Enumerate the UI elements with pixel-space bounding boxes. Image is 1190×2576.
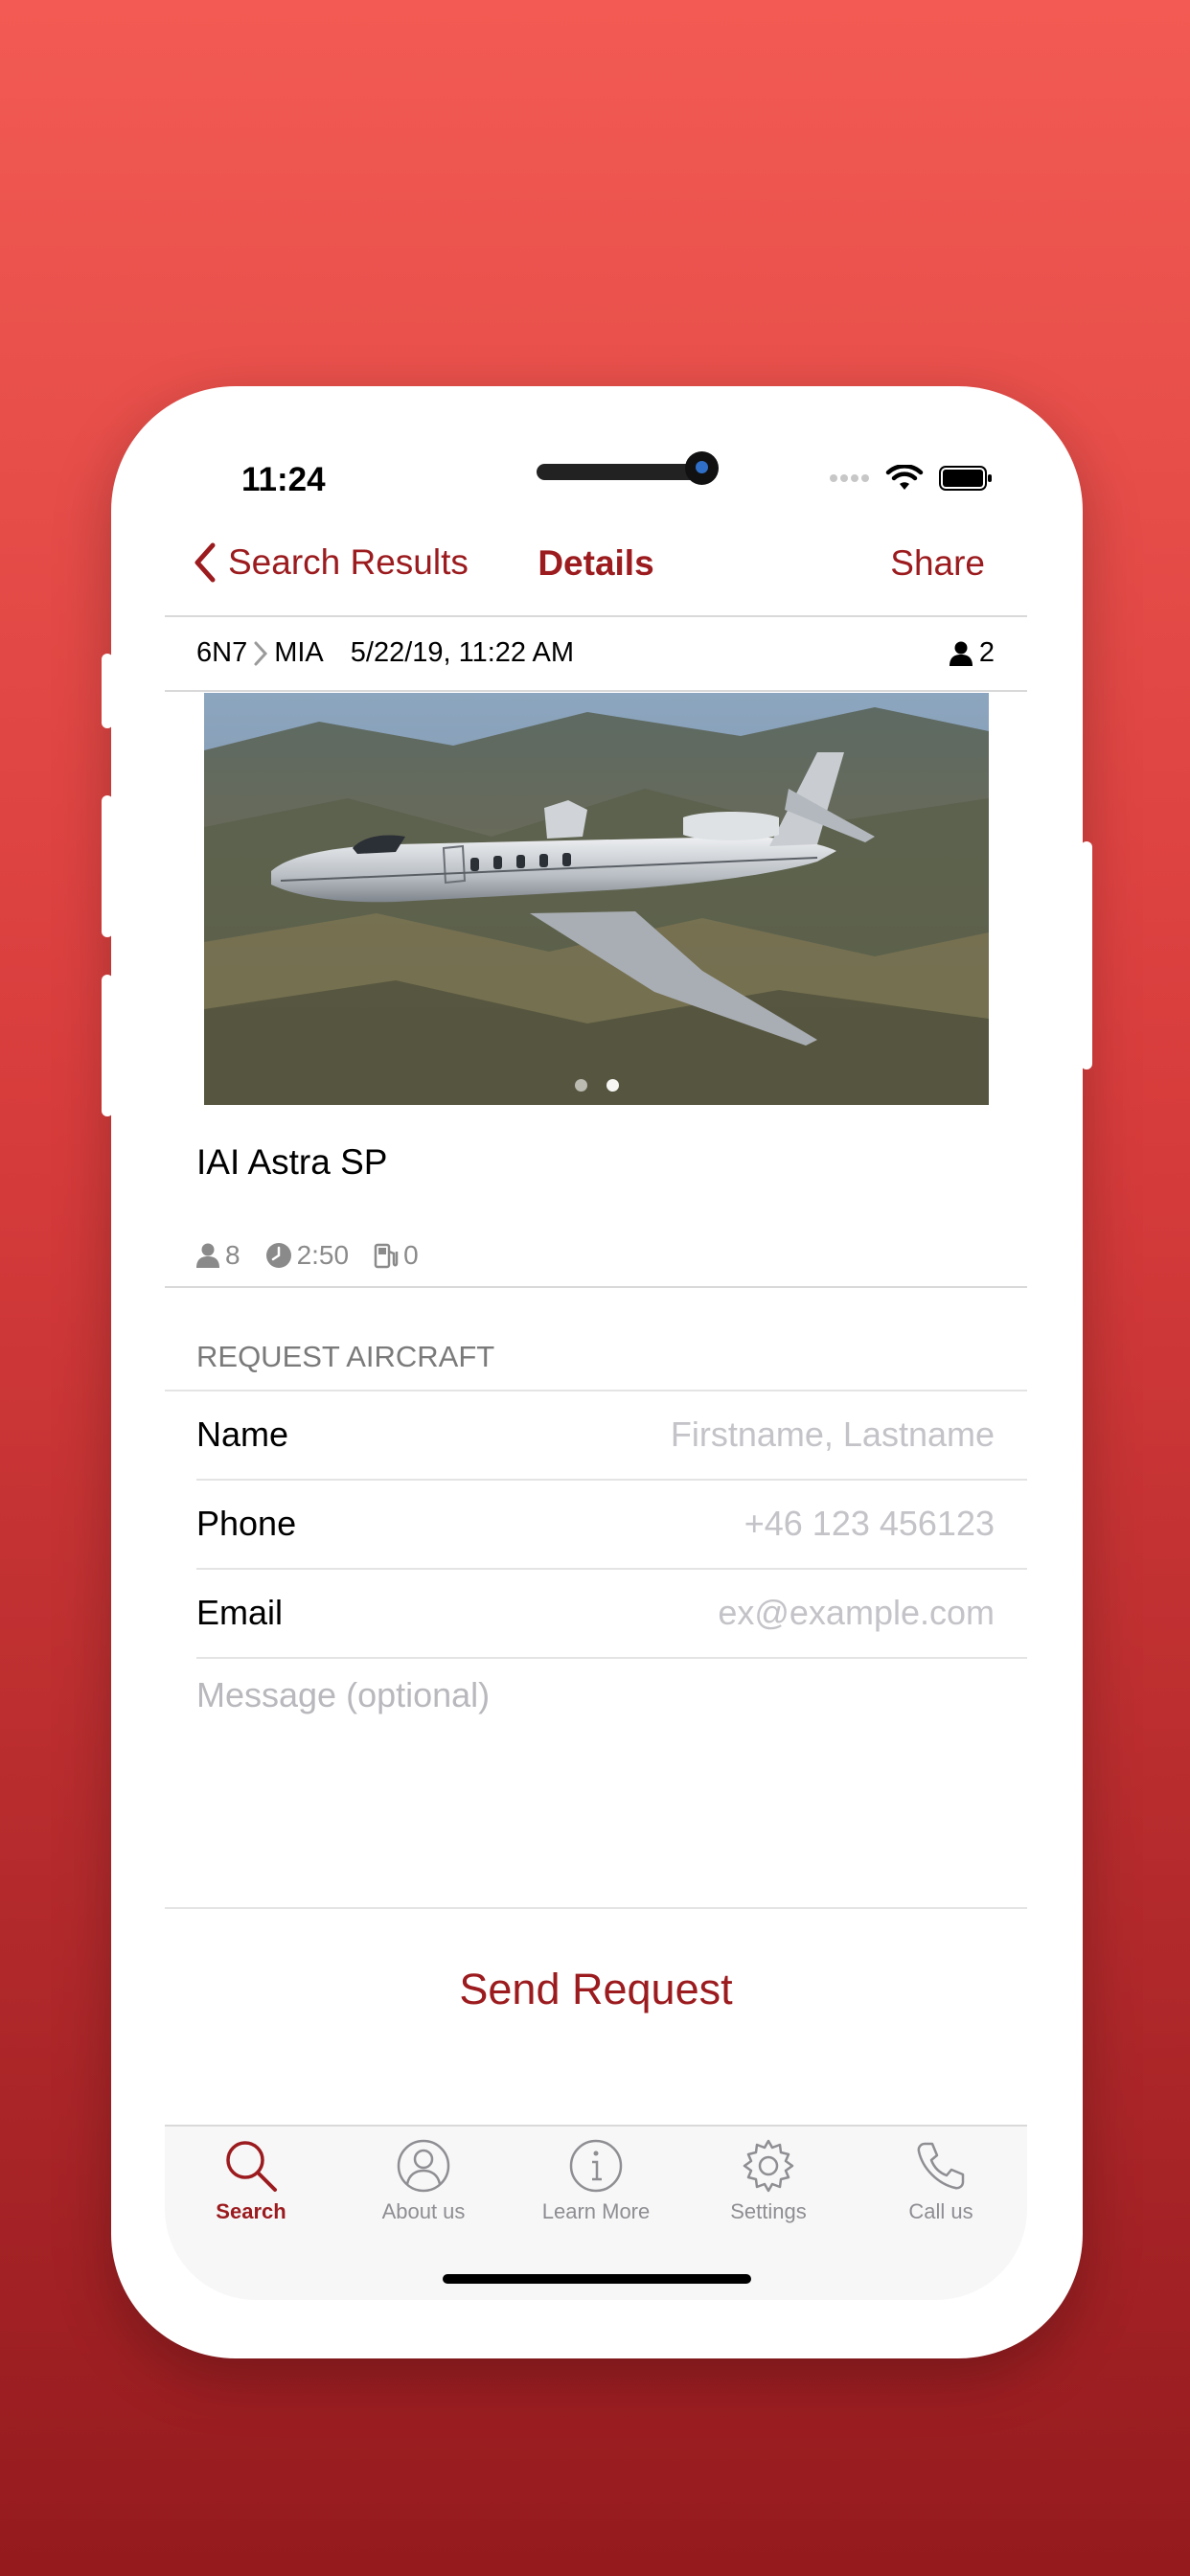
tab-call-us[interactable]: Call us [855,2136,1027,2224]
volume-down-button [102,975,113,1116]
phone-icon [917,2142,965,2190]
fuel-stops-value: 0 [403,1240,419,1270]
divider [165,1907,1027,1909]
tab-label: Search [216,2199,286,2223]
aircraft-specs: 8 2:50 0 [195,1240,444,1271]
tab-label: Settings [730,2199,807,2223]
email-field[interactable] [496,1593,995,1633]
fuel-stops-spec: 0 [374,1240,419,1271]
seats-spec: 8 [195,1240,240,1271]
person-circle-icon [397,2139,450,2193]
home-indicator [443,2274,751,2284]
trip-datetime: 5/22/19, 11:22 AM [350,637,575,668]
tab-label: Learn More [541,2199,651,2223]
power-button [1081,841,1092,1070]
speaker-grille [537,464,701,480]
name-field[interactable] [496,1414,995,1455]
carousel-dot[interactable] [574,1079,587,1092]
wifi-icon [885,465,924,490]
fuel-icon [374,1243,399,1269]
divider [165,1286,1027,1288]
seats-value: 8 [225,1240,240,1270]
tab-search[interactable]: Search [165,2136,337,2224]
carousel-page-indicator[interactable] [204,1079,989,1092]
divider [196,1479,1027,1481]
name-label: Name [196,1414,289,1454]
search-icon [226,2141,277,2192]
chevron-right-icon [254,641,268,665]
email-label: Email [196,1593,284,1632]
duration-spec: 2:50 [265,1240,350,1271]
volume-up-button [102,795,113,937]
mute-switch [102,654,113,728]
carousel-dot-active[interactable] [606,1079,619,1092]
trip-route: 6N7 MIA 5/22/19, 11:22 AM [196,637,574,669]
divider [165,615,1027,617]
trip-origin: 6N7 [196,637,248,668]
clock-icon [265,1243,291,1268]
aircraft-photo [204,693,989,1105]
camera-icon [685,451,719,485]
divider [165,1390,1027,1392]
tab-label: Call us [908,2199,973,2223]
status-indicators [830,465,993,492]
gear-icon [743,2139,794,2193]
person-icon [949,641,973,666]
send-request-button[interactable]: Send Request [165,1965,1027,2014]
aircraft-name: IAI Astra SP [196,1142,388,1182]
tab-label: About us [381,2199,466,2223]
share-button[interactable]: Share [890,543,985,584]
phone-field[interactable] [496,1504,995,1544]
duration-value: 2:50 [296,1240,350,1270]
battery-icon [939,466,992,491]
divider [165,690,1027,692]
tab-settings[interactable]: Settings [682,2136,855,2224]
section-header: REQUEST AIRCRAFT [196,1340,495,1373]
signal-icon [830,474,869,482]
divider [196,1657,1027,1659]
passenger-count: 2 [978,637,995,668]
tab-about-us[interactable]: About us [337,2136,510,2224]
phone-label: Phone [196,1504,297,1543]
message-field[interactable] [196,1675,992,1857]
status-time: 11:24 [241,461,326,498]
trip-destination: MIA [274,637,324,668]
trip-passengers: 2 [949,637,995,669]
tab-learn-more[interactable]: Learn More [510,2136,682,2224]
divider [196,1568,1027,1570]
person-icon [196,1243,219,1268]
aircraft-image-carousel[interactable] [204,693,989,1105]
info-icon [569,2139,623,2193]
app-screen: 11:24 Search Results Details Share 6N7 M… [165,446,1027,2300]
